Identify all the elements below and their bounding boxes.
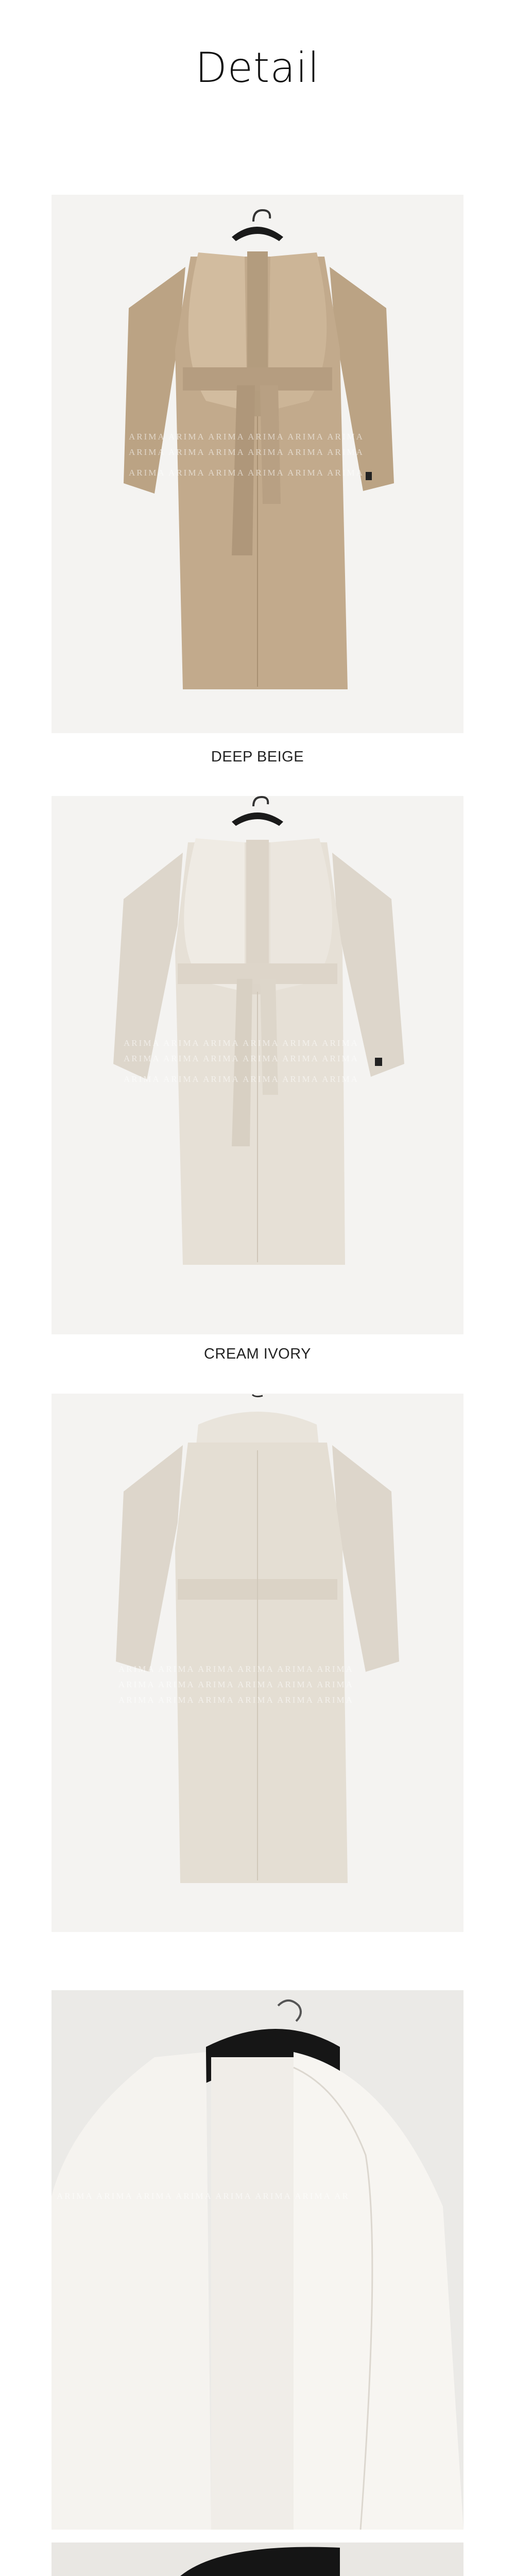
product-photo-collar-closeup: ARIMA ARIMA ARIMA ARIMA ARIMA ARIMA ARIM…: [52, 1990, 464, 2530]
svg-text:ARIMA ARIMA ARIMA ARIMA AR: ARIMA ARIMA ARIMA ARIMA ARIMA ARIMA: [129, 432, 364, 442]
product-photo-cream-ivory: ARIMA ARIMA ARIMA ARIMA ARIMA ARIMA ARIM…: [52, 796, 464, 1334]
svg-text:ARIMA ARIMA ARIMA ARIMA AR: ARIMA ARIMA ARIMA ARIMA ARIMA ARIMA: [124, 1038, 359, 1048]
svg-text:ARIMA ARIMA ARIMA ARIMA AR: ARIMA ARIMA ARIMA ARIMA ARIMA ARIMA: [124, 1054, 359, 1063]
product-caption: DEEP BEIGE: [211, 749, 304, 765]
svg-text:ARIMA ARIMA ARIMA ARIMA AR: ARIMA ARIMA ARIMA ARIMA ARIMA ARIMA: [118, 1664, 354, 1674]
svg-text:ARIMA ARIMA ARIMA ARIMA AR: ARIMA ARIMA ARIMA ARIMA ARIMA ARIMA: [129, 468, 364, 478]
product-photo-deep-beige: ARIMA ARIMA ARIMA ARIMA ARIMA ARIMA ARIM…: [52, 195, 464, 733]
svg-text:ARIMA ARIMA ARIMA ARIMA AR: ARIMA ARIMA ARIMA ARIMA ARIMA ARIMA ARIM…: [57, 2191, 350, 2201]
svg-text:ARIMA ARIMA ARIMA ARIMA AR: ARIMA ARIMA ARIMA ARIMA ARIMA ARIMA: [124, 1074, 359, 1084]
svg-text:ARIMA ARIMA ARIMA ARIMA AR: ARIMA ARIMA ARIMA ARIMA ARIMA ARIMA: [118, 1680, 354, 1689]
svg-text:ARIMA ARIMA ARIMA ARIMA AR: ARIMA ARIMA ARIMA ARIMA ARIMA ARIMA: [118, 1695, 354, 1705]
product-photo-back-view: ARIMA ARIMA ARIMA ARIMA ARIMA ARIMA ARIM…: [52, 1394, 464, 1932]
product-caption: CREAM IVORY: [203, 1346, 311, 1362]
svg-text:ARIMA ARIMA ARIMA ARIMA AR: ARIMA ARIMA ARIMA ARIMA ARIMA ARIMA: [129, 447, 364, 457]
page-title: Detail: [195, 44, 320, 92]
product-photo-partial: [52, 2543, 464, 2576]
